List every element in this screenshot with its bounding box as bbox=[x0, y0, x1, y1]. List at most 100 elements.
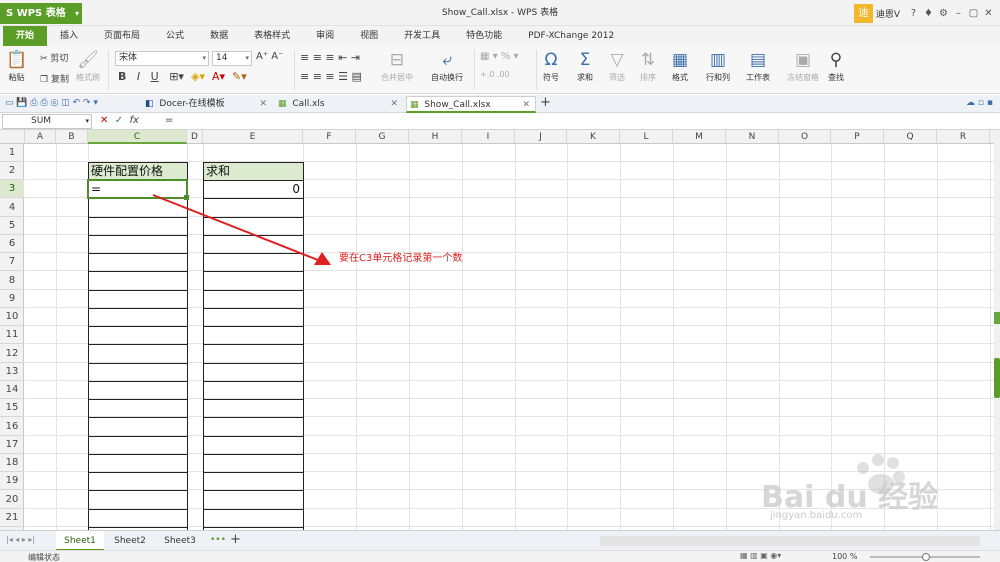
column-header-m[interactable]: M bbox=[673, 130, 726, 144]
column-header-i[interactable]: I bbox=[462, 130, 515, 144]
user-name[interactable]: 迪恩V bbox=[876, 7, 900, 20]
tab-table-style[interactable]: 表格样式 bbox=[241, 26, 303, 46]
freeze-panes-button[interactable]: ▣ 冻结窗格 bbox=[787, 50, 819, 83]
minimize-icon[interactable]: – bbox=[951, 8, 966, 19]
sheet-tab-1[interactable]: Sheet1 bbox=[56, 531, 104, 551]
tab-special[interactable]: 特色功能 bbox=[453, 26, 515, 46]
column-header-h[interactable]: H bbox=[409, 130, 462, 144]
column-header-b[interactable]: B bbox=[56, 130, 88, 144]
confirm-icon[interactable]: ✓ bbox=[115, 115, 123, 126]
row-header[interactable]: 15 bbox=[0, 399, 24, 417]
add-sheet-icon[interactable]: + bbox=[230, 532, 241, 547]
row-header[interactable]: 8 bbox=[0, 271, 24, 290]
tab-pdf-xchange[interactable]: PDF-XChange 2012 bbox=[515, 26, 627, 46]
cell-e3[interactable]: 0 bbox=[203, 181, 300, 197]
column-header-j[interactable]: J bbox=[515, 130, 567, 144]
italic-icon[interactable]: I bbox=[137, 70, 140, 83]
row-header[interactable]: 1 bbox=[0, 144, 24, 162]
merge-center-button[interactable]: ⊟ 合并居中 bbox=[381, 50, 413, 83]
fill-color-icon[interactable]: ◈▾ bbox=[191, 70, 205, 83]
symbol-button[interactable]: Ω 符号 bbox=[543, 50, 559, 83]
row-header[interactable]: 5 bbox=[0, 217, 24, 235]
column-header-a[interactable]: A bbox=[25, 130, 56, 144]
vertical-align-icons[interactable]: ≡ ≡ ≡ ⇤ ⇥ bbox=[300, 51, 360, 64]
column-header-e[interactable]: E bbox=[203, 130, 303, 144]
row-header[interactable]: 3 bbox=[0, 180, 24, 198]
zoom-slider[interactable] bbox=[870, 553, 980, 561]
sum-button[interactable]: Σ 求和 bbox=[577, 50, 593, 83]
close-icon[interactable]: ✕ bbox=[390, 96, 398, 113]
clear-format-icon[interactable]: ✎▾ bbox=[232, 70, 247, 83]
horizontal-align-icons[interactable]: ≡ ≡ ≡ ☰ ▤ bbox=[300, 70, 362, 83]
font-size-select[interactable]: 14 ▾ bbox=[212, 51, 252, 66]
doc-tab-docer[interactable]: ◧ Docer-在线模板 ✕ bbox=[142, 96, 272, 113]
wrap-text-button[interactable]: ⤶ 自动换行 bbox=[431, 50, 463, 83]
rows-cols-button[interactable]: ▥ 行和列 bbox=[706, 50, 730, 83]
view-mode-icons[interactable]: ▦ ▥ ▣ ◉▾ bbox=[740, 551, 781, 560]
formula-input[interactable]: = bbox=[165, 115, 173, 126]
paste-button[interactable]: 📋 粘贴 bbox=[6, 50, 27, 83]
bold-icon[interactable]: B bbox=[118, 70, 126, 83]
underline-icon[interactable]: U bbox=[151, 70, 159, 83]
row-header[interactable]: 2 bbox=[0, 162, 24, 180]
row-header[interactable]: 10 bbox=[0, 308, 24, 326]
row-header[interactable]: 21 bbox=[0, 509, 24, 527]
column-header-n[interactable]: N bbox=[726, 130, 779, 144]
row-header[interactable]: 18 bbox=[0, 454, 24, 472]
column-header-r[interactable]: R bbox=[937, 130, 990, 144]
scroll-arrow-icon[interactable] bbox=[994, 312, 1000, 324]
tab-view[interactable]: 视图 bbox=[347, 26, 391, 46]
shirt-icon[interactable]: ♦ bbox=[921, 8, 936, 19]
close-icon[interactable]: ✕ bbox=[259, 96, 267, 113]
sheet-nav-icons[interactable]: |◂ ◂ ▸ ▸| bbox=[6, 535, 35, 544]
worksheet-button[interactable]: ▤ 工作表 bbox=[746, 50, 770, 83]
number-format-icons[interactable]: ▦ ▾ % ▾ bbox=[480, 51, 519, 62]
cancel-icon[interactable]: ✕ bbox=[100, 115, 108, 126]
decimal-icons[interactable]: +.0 .00 bbox=[480, 70, 510, 79]
column-header-d[interactable]: D bbox=[187, 130, 203, 144]
cloud-icons[interactable]: ☁ ▫ ▪ bbox=[966, 98, 993, 108]
column-header-c[interactable]: C bbox=[88, 130, 187, 144]
copy-button[interactable]: ❐ 复制 bbox=[40, 72, 69, 85]
vertical-scrollbar[interactable] bbox=[994, 130, 1000, 530]
cell-c3[interactable]: = bbox=[91, 181, 101, 197]
tab-developer[interactable]: 开发工具 bbox=[391, 26, 453, 46]
more-sheets-icon[interactable]: ••• bbox=[210, 535, 226, 545]
maximize-icon[interactable]: ▢ bbox=[966, 8, 981, 19]
font-color-icon[interactable]: A▾ bbox=[212, 70, 225, 83]
row-header[interactable]: 17 bbox=[0, 436, 24, 454]
cell-e2[interactable]: 求和 bbox=[206, 163, 230, 179]
new-tab-icon[interactable]: + bbox=[540, 95, 551, 110]
doc-tab-show-call[interactable]: ▦ Show_Call.xlsx ✕ bbox=[406, 96, 536, 113]
row-header[interactable]: 11 bbox=[0, 326, 24, 344]
row-header[interactable]: 19 bbox=[0, 472, 24, 490]
sort-button[interactable]: ⇅ 排序 bbox=[640, 50, 656, 83]
tab-page-layout[interactable]: 页面布局 bbox=[91, 26, 153, 46]
font-grow-icon[interactable]: A⁺ A⁻ bbox=[256, 51, 283, 62]
column-header-k[interactable]: K bbox=[567, 130, 620, 144]
avatar[interactable]: 迪 bbox=[853, 3, 873, 23]
row-header[interactable]: 14 bbox=[0, 381, 24, 399]
column-header-o[interactable]: O bbox=[779, 130, 831, 144]
column-header-p[interactable]: P bbox=[831, 130, 884, 144]
row-header[interactable]: 12 bbox=[0, 344, 24, 363]
font-name-select[interactable]: 宋体 ▾ bbox=[115, 51, 209, 66]
zoom-thumb[interactable] bbox=[922, 553, 930, 561]
row-header[interactable]: 16 bbox=[0, 417, 24, 436]
row-header[interactable]: 20 bbox=[0, 490, 24, 509]
border-icon[interactable]: ⊞▾ bbox=[169, 70, 184, 83]
row-header[interactable]: 7 bbox=[0, 253, 24, 271]
close-icon[interactable]: ✕ bbox=[522, 97, 530, 114]
tab-home[interactable]: 开始 bbox=[3, 26, 48, 46]
column-header-q[interactable]: Q bbox=[884, 130, 937, 144]
name-box[interactable]: SUM ▾ bbox=[2, 114, 92, 129]
row-header[interactable]: 6 bbox=[0, 235, 24, 253]
tab-insert[interactable]: 插入 bbox=[47, 26, 91, 46]
row-header[interactable]: 9 bbox=[0, 290, 24, 308]
filter-button[interactable]: ▽ 筛选 bbox=[609, 50, 625, 83]
app-menu-button[interactable]: S WPS 表格 ▾ bbox=[0, 3, 82, 24]
doc-tab-call[interactable]: ▦ Call.xls ✕ bbox=[275, 96, 403, 113]
tab-review[interactable]: 审阅 bbox=[303, 26, 347, 46]
row-header[interactable]: 13 bbox=[0, 363, 24, 381]
scrollbar-thumb[interactable] bbox=[994, 358, 1000, 398]
